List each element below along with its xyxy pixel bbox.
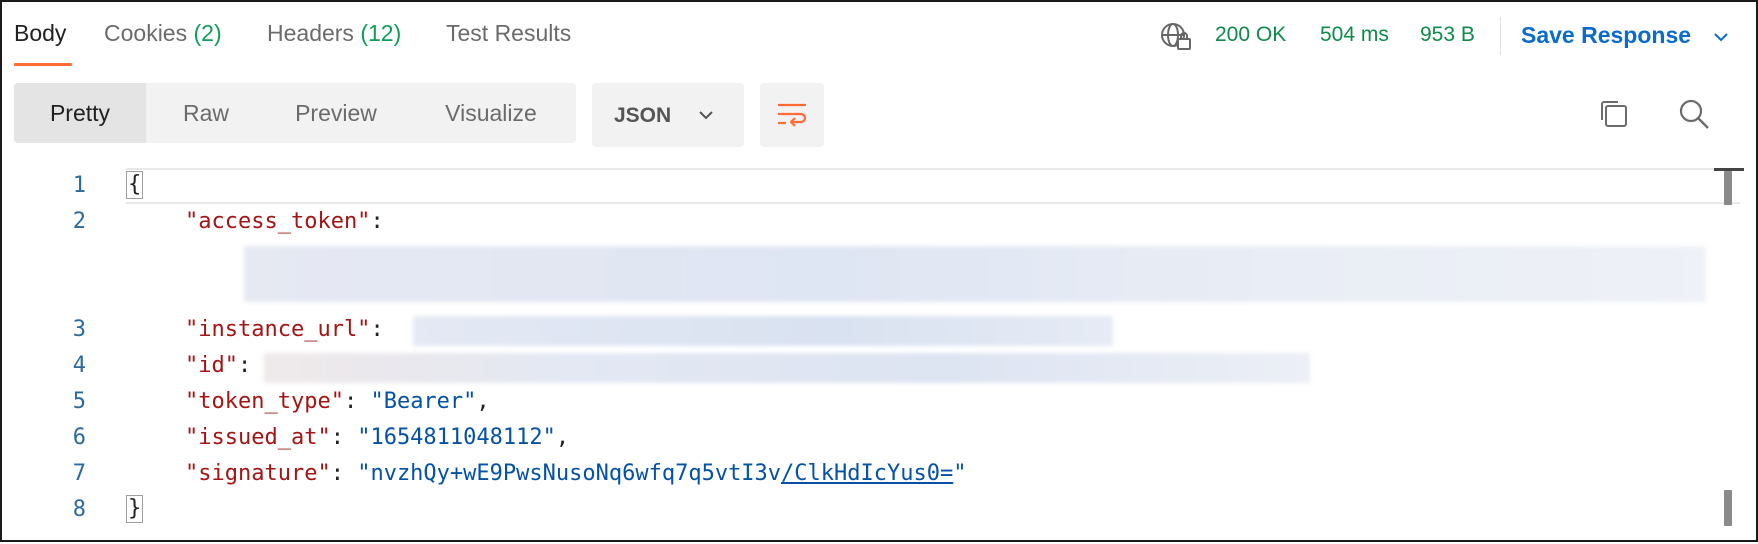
response-size[interactable]: 953 B — [1420, 23, 1475, 47]
signature-link[interactable]: /ClkHdIcYus0= — [781, 461, 953, 486]
view-raw-button[interactable]: Raw — [146, 83, 266, 143]
status-divider — [1500, 17, 1501, 55]
code-line: "instance_url": — [185, 317, 384, 342]
json-value-token-type: "Bearer" — [370, 389, 477, 414]
chevron-down-icon[interactable] — [1711, 27, 1731, 47]
tab-test-results[interactable]: Test Results — [446, 20, 571, 47]
scrollbar-thumb[interactable] — [1724, 171, 1732, 205]
tab-cookies[interactable]: Cookies (2) — [104, 20, 222, 47]
search-icon[interactable] — [1674, 94, 1714, 134]
current-line-highlight — [126, 168, 1740, 204]
tab-headers[interactable]: Headers (12) — [267, 20, 401, 47]
colon: : — [237, 353, 252, 378]
code-line: "access_token": — [185, 209, 384, 234]
globe-lock-icon[interactable] — [1159, 21, 1193, 51]
word-wrap-button[interactable] — [760, 83, 824, 147]
json-key-id: "id" — [185, 353, 238, 378]
code-line: "signature": "nvzhQy+wE9PwsNusoNq6wfq7q5… — [185, 461, 967, 486]
view-visualize-button[interactable]: Visualize — [406, 83, 576, 143]
redacted-access-token — [244, 246, 1706, 302]
chevron-down-icon — [699, 111, 713, 120]
format-select-value: JSON — [614, 104, 672, 127]
json-key-access-token: "access_token" — [185, 209, 371, 234]
line-number: 1 — [72, 173, 86, 198]
redacted-instance-url — [413, 316, 1113, 346]
code-line: } — [126, 495, 144, 523]
view-preview-button[interactable]: Preview — [266, 83, 406, 143]
copy-icon[interactable] — [1594, 94, 1634, 134]
open-brace: { — [126, 171, 144, 199]
close-brace: } — [126, 495, 144, 523]
tab-body[interactable]: Body — [14, 20, 66, 47]
colon: : — [370, 317, 384, 342]
json-key-token-type: "token_type" — [185, 389, 344, 414]
view-mode-group: Pretty Raw Preview Visualize — [14, 83, 576, 143]
tab-body-label: Body — [14, 20, 67, 46]
format-select[interactable]: JSON — [592, 83, 744, 147]
line-number: 8 — [72, 497, 86, 522]
line-number: 3 — [72, 317, 86, 342]
json-value-signature: "nvzhQy+wE9PwsNusoNq6wfq7q5vtI3v/ClkHdIc… — [357, 461, 967, 486]
view-pretty-button[interactable]: Pretty — [14, 83, 146, 143]
redacted-id — [264, 353, 1310, 383]
json-value-issued-at: "1654811048112" — [357, 425, 556, 450]
line-number: 7 — [72, 461, 86, 486]
response-body-editor[interactable]: 1 2 3 4 5 6 7 8 { "access_token": "insta… — [2, 168, 1758, 544]
json-key-instance-url: "instance_url" — [185, 317, 371, 342]
active-tab-indicator — [14, 63, 72, 66]
tab-headers-label: Headers — [267, 20, 354, 46]
status-code[interactable]: 200 OK — [1215, 23, 1286, 47]
line-number: 2 — [72, 209, 86, 234]
code-line: "token_type": "Bearer", — [185, 389, 490, 414]
tab-cookies-count: (2) — [193, 20, 222, 46]
response-tabs: Body Cookies (2) Headers (12) Test Resul… — [2, 2, 1756, 70]
code-line: "id": — [185, 353, 251, 378]
colon: : — [370, 209, 384, 234]
response-panel: Body Cookies (2) Headers (12) Test Resul… — [0, 0, 1758, 542]
tab-cookies-label: Cookies — [104, 20, 188, 46]
response-time[interactable]: 504 ms — [1320, 23, 1389, 47]
line-number: 6 — [72, 425, 86, 450]
scrollbar-thumb-lower[interactable] — [1724, 490, 1732, 526]
code-line: { — [126, 171, 144, 199]
json-key-issued-at: "issued_at" — [185, 425, 331, 450]
line-number: 4 — [72, 353, 86, 378]
code-line: "issued_at": "1654811048112", — [185, 425, 570, 450]
tab-test-results-label: Test Results — [446, 20, 572, 46]
tab-headers-count: (12) — [360, 20, 402, 46]
word-wrap-icon — [778, 103, 807, 127]
line-number: 5 — [72, 389, 86, 414]
json-key-signature: "signature" — [185, 461, 331, 486]
save-response-button[interactable]: Save Response — [1521, 22, 1691, 49]
